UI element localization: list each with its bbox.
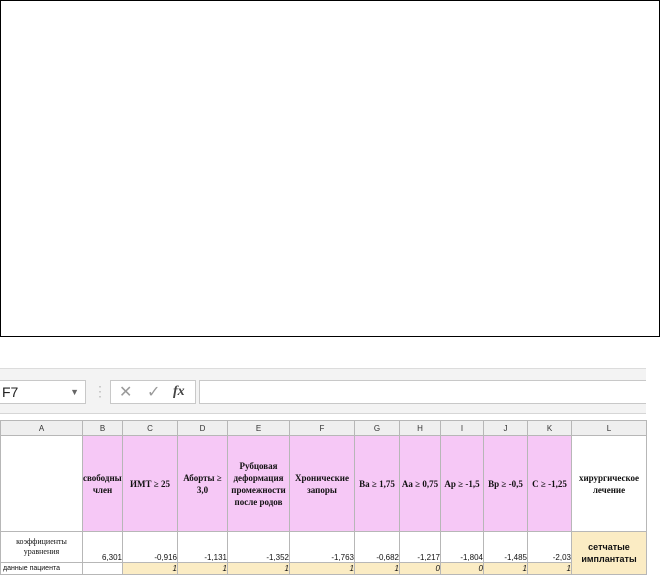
coefficients-row: коэффициенты уравнения 6,301 -0,916 -1,1…: [0, 531, 647, 575]
patient-cell-e[interactable]: 1: [227, 562, 290, 575]
coef-cell-j[interactable]: -1,485: [483, 531, 528, 563]
patient-cell-c[interactable]: 1: [122, 562, 178, 575]
name-box[interactable]: F7 ▼: [0, 380, 86, 404]
fx-icon[interactable]: fx: [173, 384, 185, 400]
coefficients-label[interactable]: коэффициенты уравнения: [0, 531, 83, 563]
formula-input[interactable]: [199, 380, 646, 404]
column-header-i[interactable]: I: [440, 420, 484, 436]
coef-cell-e[interactable]: -1,352: [227, 531, 290, 563]
patient-cell-k[interactable]: 1: [527, 562, 572, 575]
patient-cell-g[interactable]: 1: [354, 562, 400, 575]
header-cell-f[interactable]: Хронические запоры: [289, 435, 355, 532]
separator-icon: ⋮: [93, 383, 107, 399]
column-header-e[interactable]: E: [227, 420, 290, 436]
confirm-icon[interactable]: ✓: [147, 382, 160, 402]
coef-cell-b[interactable]: 6,301: [82, 531, 123, 563]
patient-cell-b[interactable]: [82, 562, 123, 575]
header-cell-i[interactable]: Ap ≥ -1,5: [440, 435, 484, 532]
coef-cell-d[interactable]: -1,131: [177, 531, 228, 563]
column-header-f[interactable]: F: [289, 420, 355, 436]
column-header-c[interactable]: C: [122, 420, 178, 436]
name-box-value: F7: [2, 384, 19, 400]
chevron-down-icon[interactable]: ▼: [70, 381, 79, 403]
patient-cell-i[interactable]: 0: [440, 562, 484, 575]
coef-cell-g[interactable]: -0,682: [354, 531, 400, 563]
header-cell-g[interactable]: Ba ≥ 1,75: [354, 435, 400, 532]
coef-cell-i[interactable]: -1,804: [440, 531, 484, 563]
patient-data-row: данные пациента 1 1 1 1 1 0 0 1 1: [0, 562, 647, 575]
column-header-j[interactable]: J: [483, 420, 528, 436]
column-header-k[interactable]: K: [527, 420, 572, 436]
blank-image-area: [0, 0, 660, 337]
patient-cell-j[interactable]: 1: [483, 562, 528, 575]
column-header-g[interactable]: G: [354, 420, 400, 436]
coef-cell-h[interactable]: -1,217: [399, 531, 441, 563]
formula-bar: F7 ▼ ⋮ ✕ ✓ fx: [0, 368, 646, 414]
header-cell-d[interactable]: Аборты ≥ 3,0: [177, 435, 228, 532]
column-header-row: A B C D E F G H I J K L: [0, 420, 647, 436]
column-header-l[interactable]: L: [571, 420, 647, 436]
patient-cell-f[interactable]: 1: [289, 562, 355, 575]
coef-cell-f[interactable]: -1,763: [289, 531, 355, 563]
header-cell-c[interactable]: ИМТ ≥ 25: [122, 435, 178, 532]
header-cell-k[interactable]: C ≥ -1,25: [527, 435, 572, 532]
header-cell-h[interactable]: Aa ≥ 0,75: [399, 435, 441, 532]
column-header-d[interactable]: D: [177, 420, 228, 436]
coef-cell-k[interactable]: -2,03: [527, 531, 572, 563]
result-cell[interactable]: сетчатые имплантаты: [571, 531, 647, 575]
column-header-a[interactable]: A: [0, 420, 83, 436]
header-row: свободный член ИМТ ≥ 25 Аборты ≥ 3,0 Руб…: [0, 435, 647, 532]
cell-a-header[interactable]: [0, 435, 83, 532]
column-header-h[interactable]: H: [399, 420, 441, 436]
header-cell-e[interactable]: Рубцовая деформация промежности после ро…: [227, 435, 290, 532]
spreadsheet-grid: A B C D E F G H I J K L свободный член И…: [0, 420, 647, 575]
formula-buttons: ✕ ✓ fx: [110, 380, 196, 404]
header-cell-l[interactable]: хирургическое лечение: [571, 435, 647, 532]
header-cell-b[interactable]: свободный член: [82, 435, 123, 532]
patient-cell-d[interactable]: 1: [177, 562, 228, 575]
column-header-b[interactable]: B: [82, 420, 123, 436]
patient-cell-h[interactable]: 0: [399, 562, 441, 575]
cancel-icon[interactable]: ✕: [119, 382, 132, 402]
coef-cell-c[interactable]: -0,916: [122, 531, 178, 563]
patient-data-label[interactable]: данные пациента: [0, 562, 83, 575]
header-cell-j[interactable]: Bp ≥ -0,5: [483, 435, 528, 532]
